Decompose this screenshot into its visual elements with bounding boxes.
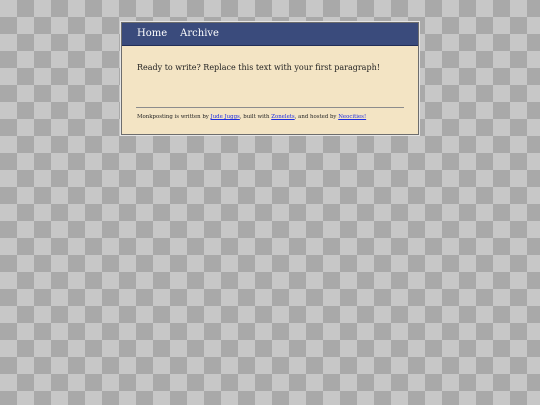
page-container: Home Archive Ready to write? Replace thi… xyxy=(121,22,419,135)
builder-link[interactable]: Zonelets xyxy=(271,114,295,120)
nav-archive-link[interactable]: Archive xyxy=(180,23,219,45)
footer-middle-1: , built with xyxy=(239,114,272,120)
host-link[interactable]: Neocities! xyxy=(338,114,366,120)
top-nav: Home Archive xyxy=(122,23,418,46)
footer-middle-2: , and hosted by xyxy=(294,114,339,120)
nav-home-link[interactable]: Home xyxy=(137,23,167,45)
footer-prefix: Monkposting is written by xyxy=(137,114,211,120)
main-content: Ready to write? Replace this text with y… xyxy=(122,46,418,107)
author-link[interactable]: Jude Juggs xyxy=(211,114,240,120)
site-footer: Monkposting is written by Jude Juggs, bu… xyxy=(122,108,418,134)
first-paragraph: Ready to write? Replace this text with y… xyxy=(137,63,380,72)
